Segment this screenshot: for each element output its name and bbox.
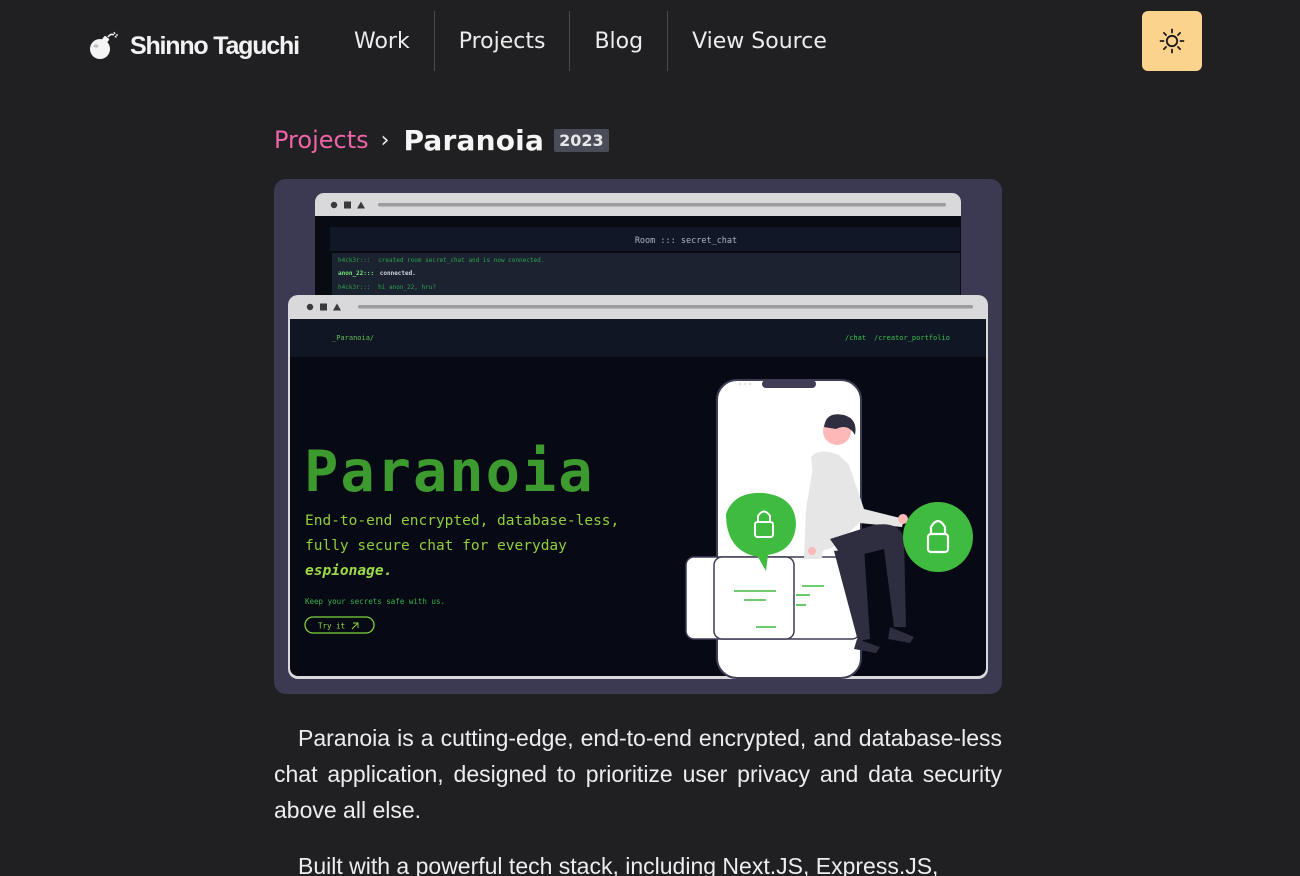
project-screenshot: Room ::: secret_chat h4ck3r::: created r… [274, 179, 1002, 694]
bomb-icon [90, 31, 118, 59]
page-title: Paranoia [403, 123, 545, 157]
main-nav: Work Projects Blog View Source [330, 11, 851, 71]
nav-work[interactable]: Work [330, 11, 435, 71]
site-brand: _Paranoia/ [332, 334, 374, 342]
site-name: Shinno Taguchi [130, 31, 300, 60]
hero-subtext: Keep your secrets safe with us. [305, 597, 445, 606]
chevron-right-icon: › [380, 127, 390, 153]
breadcrumb-projects-link[interactable]: Projects [274, 126, 369, 154]
nav-view-source[interactable]: View Source [668, 11, 851, 71]
chat-text: created room secret_chat and is now conn… [378, 257, 544, 264]
chat-text: hi anon_22, hru? [378, 284, 436, 291]
svg-text:h4ck3r::: hi anon_22,: h4ck3r::: hi anon_22, hru? [338, 284, 436, 291]
svg-text:h4ck3r::: created room: h4ck3r::: created room secret_chat and i… [338, 257, 544, 264]
site-nav-portfolio: /creator_portfolio [874, 334, 950, 342]
theme-toggle-button[interactable] [1142, 11, 1202, 71]
breadcrumb: Projects › Paranoia 2023 [274, 120, 609, 160]
svg-text:anon_22::: connected.: anon_22::: connected. [338, 270, 416, 277]
tagline-line1: End-to-end encrypted, database-less, [305, 513, 619, 529]
chat-room-title: Room ::: secret_chat [635, 236, 737, 246]
lock-icon [903, 502, 973, 572]
tagline-emphasis: espionage. [305, 563, 392, 579]
chat-user: h4ck3r::: [338, 284, 371, 291]
site-logo[interactable]: Shinno Taguchi [86, 28, 300, 64]
tagline-line2: fully secure chat for everyday [305, 538, 567, 554]
message-card-illustration [685, 556, 861, 640]
back-browser-window: Room ::: secret_chat h4ck3r::: created r… [315, 193, 961, 298]
chat-user: anon_22::: [338, 270, 374, 277]
project-tech-stack: Built with a powerful tech stack, includ… [298, 853, 939, 876]
sun-icon [1159, 28, 1185, 54]
nav-projects[interactable]: Projects [435, 11, 571, 71]
try-it-button: Try it [318, 622, 345, 631]
chat-user: h4ck3r::: [338, 257, 371, 264]
project-description: Paranoia is a cutting-edge, end-to-end e… [274, 725, 1002, 823]
year-badge: 2023 [554, 128, 609, 152]
chat-text: connected. [380, 270, 416, 277]
nav-blog[interactable]: Blog [570, 11, 669, 71]
front-browser-window: _Paranoia/ /chat /creator_portfolio Para… [288, 295, 988, 679]
site-nav-chat: /chat [845, 334, 866, 342]
paranoia-title: Paranoia [304, 439, 595, 505]
